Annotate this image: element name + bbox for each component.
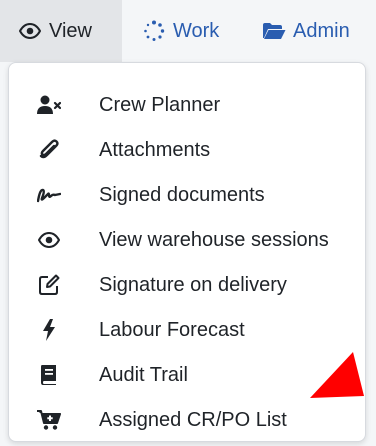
view-dropdown-menu: Crew Planner Attachments Signed document… [8, 62, 366, 442]
pen-square-icon [37, 273, 61, 297]
tab-work-label: Work [173, 19, 220, 42]
menu-item-label: Labour Forecast [99, 318, 245, 341]
menu-item-label: View warehouse sessions [99, 228, 329, 251]
tab-admin-label: Admin [293, 19, 350, 42]
top-nav: View Work Admin [0, 0, 376, 62]
folder-open-icon [262, 19, 286, 43]
menu-item-crew-planner[interactable]: Crew Planner [9, 82, 365, 127]
menu-item-label: Signature on delivery [99, 273, 287, 296]
menu-item-signed-documents[interactable]: Signed documents [9, 172, 365, 217]
tab-work[interactable]: Work [122, 0, 246, 62]
menu-item-label: Attachments [99, 138, 211, 161]
menu-item-view-warehouse-sessions[interactable]: View warehouse sessions [9, 217, 365, 262]
bolt-icon [37, 318, 61, 342]
tab-view-label: View [49, 19, 92, 42]
menu-item-audit-trail[interactable]: Audit Trail [9, 352, 365, 397]
tab-admin[interactable]: Admin [246, 0, 364, 62]
book-icon [37, 363, 61, 387]
eye-icon [18, 19, 42, 43]
eye-icon [37, 228, 61, 252]
menu-item-label: Signed documents [99, 183, 265, 206]
menu-item-label: Crew Planner [99, 93, 221, 116]
signature-icon [37, 183, 61, 207]
menu-item-signature-on-delivery[interactable]: Signature on delivery [9, 262, 365, 307]
menu-item-labour-forecast[interactable]: Labour Forecast [9, 307, 365, 352]
menu-item-attachments[interactable]: Attachments [9, 127, 365, 172]
menu-item-label: Audit Trail [99, 363, 188, 386]
cart-plus-icon [37, 408, 61, 432]
user-remove-icon [37, 93, 61, 117]
menu-item-assigned-cr-po-list[interactable]: Assigned CR/PO List [9, 397, 365, 442]
spinner-icon [142, 19, 166, 43]
menu-item-label: Assigned CR/PO List [99, 408, 287, 431]
paperclip-icon [37, 138, 61, 162]
tab-view[interactable]: View [0, 0, 122, 62]
